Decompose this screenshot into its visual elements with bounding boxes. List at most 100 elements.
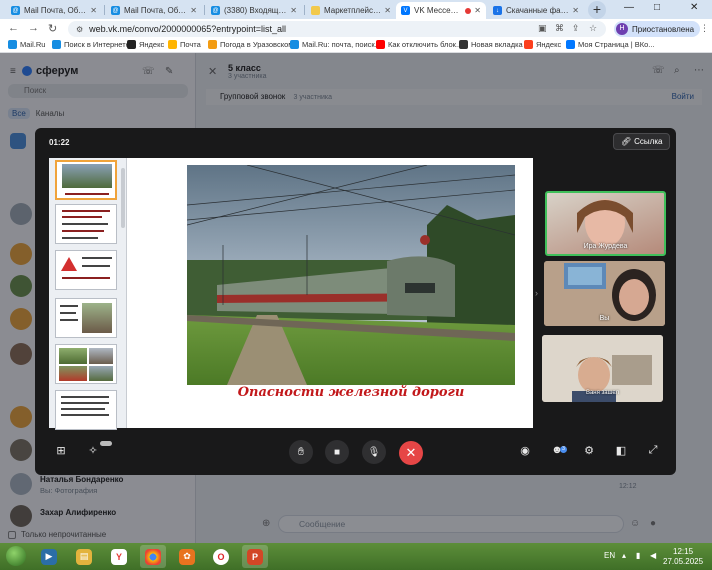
slide-thumbnail[interactable]: 4 [55, 298, 117, 338]
tab-label: (3380) Входящие - По [224, 6, 288, 15]
minimize-icon[interactable]: — [624, 2, 634, 13]
bookmark-item[interactable]: Поиск в Интернете [52, 40, 130, 49]
bookmark-item[interactable]: Яндекс [127, 40, 164, 49]
maximize-icon[interactable]: □ [654, 2, 660, 13]
screen-share[interactable]: 1 2 3 4 [49, 158, 533, 430]
opera-icon: O [213, 548, 229, 565]
close-icon[interactable]: ✕ [190, 6, 197, 15]
close-icon[interactable]: ✕ [290, 6, 297, 15]
bookmark-label: Яндекс [536, 40, 562, 49]
copy-link-button[interactable]: 🔗︎ Ссылка [613, 133, 671, 150]
participant-name: Ваня зашел [585, 390, 620, 396]
tray-expand-icon[interactable]: ▴ [622, 551, 626, 560]
thumb-image [89, 348, 113, 364]
bookmark-item[interactable]: Погода в Уразовском [208, 40, 293, 49]
taskbar-app-yandex[interactable]: Y [106, 545, 132, 568]
taskbar-app-opera[interactable]: O [208, 545, 234, 568]
translate-icon[interactable]: ⌘ [555, 23, 564, 34]
close-icon[interactable]: ✕ [90, 6, 97, 15]
bookmark-icon [168, 40, 177, 49]
effects-indicator [100, 441, 112, 446]
thumb-text [62, 210, 110, 212]
participants-count-badge: 3 [560, 446, 567, 453]
share-screen-icon[interactable]: ⊞ [53, 444, 69, 457]
bookmark-item[interactable]: Как отключить блок... [376, 40, 462, 49]
bookmark-item[interactable]: Почта [168, 40, 201, 49]
end-call-button[interactable]: ✕ [399, 441, 423, 465]
menu-kebab-icon[interactable]: ⋮ [700, 23, 709, 34]
slide-thumbnail[interactable]: 1 [55, 160, 117, 200]
reload-icon[interactable]: ↻ [48, 22, 57, 35]
bookmark-icon [524, 40, 533, 49]
hand-icon: ✋︎ [297, 445, 305, 458]
browser-tab-5-active[interactable]: V VK Мессенджер ✕ [396, 2, 486, 19]
thumb-text [62, 223, 108, 225]
thumbnails-scrollbar[interactable] [121, 168, 125, 228]
slide-thumbnail[interactable]: 2 [55, 204, 117, 244]
browser-tab-3[interactable]: @ (3380) Входящие - По ✕ [206, 2, 302, 19]
close-icon[interactable]: ✕ [384, 6, 391, 15]
bookmark-label: Погода в Уразовском [220, 40, 294, 49]
close-window-icon[interactable]: ✕ [690, 2, 698, 13]
layout-icon[interactable]: ◧ [613, 444, 629, 457]
back-icon[interactable]: ← [8, 22, 19, 34]
slide-thumbnail[interactable]: 5 [55, 344, 117, 384]
bookmark-item[interactable]: Яндекс [524, 40, 561, 49]
bookmark-item[interactable]: Mail.Ru: почта, поиск... [290, 40, 381, 49]
close-icon[interactable]: ✕ [572, 6, 579, 15]
bookmark-star-icon[interactable]: ☆ [589, 23, 597, 34]
taskbar-app-powerpoint[interactable]: P [242, 545, 268, 568]
chevron-right-icon[interactable]: › [535, 288, 538, 298]
network-icon[interactable]: ▮ [636, 551, 640, 560]
language-indicator[interactable]: EN [604, 551, 615, 560]
system-clock[interactable]: 12:15 27.05.2025 [663, 547, 703, 567]
browser-tab-6[interactable]: ↓ Скачанные файлы ✕ [488, 2, 584, 19]
video-call-window: 01:22 🔗︎ Ссылка 1 2 3 [35, 128, 676, 475]
taskbar-app-explorer[interactable]: ▤ [71, 545, 97, 568]
site-info-icon[interactable]: ⚙ [76, 25, 83, 34]
camera-toggle-button[interactable]: ■ [325, 440, 349, 464]
browser-tab-2[interactable]: @ Mail Почта, Облако, К ✕ [106, 2, 202, 19]
taskbar-app-media[interactable]: ▶ [36, 545, 62, 568]
marketplace-icon [311, 6, 320, 15]
share-icon[interactable]: ⇪ [572, 23, 580, 34]
profile-button[interactable]: Н Приостановлена [614, 21, 701, 37]
browser-tab-1[interactable]: @ Mail Почта, Облако, К ✕ [6, 2, 102, 19]
volume-icon[interactable]: ◀ [650, 551, 656, 560]
train-photo-illustration [187, 165, 515, 385]
bookmark-icon [459, 40, 468, 49]
taskbar-app-chrome[interactable] [140, 545, 166, 568]
mail-icon: @ [111, 6, 120, 15]
folder-icon: ▤ [76, 548, 92, 565]
browser-tab-4[interactable]: Маркетплейс методи ✕ [306, 2, 396, 19]
participant-tile[interactable]: Ваня зашел [542, 335, 663, 402]
bookmark-item[interactable]: Новая вкладка [459, 40, 523, 49]
close-icon: ✕ [405, 445, 417, 460]
address-bar[interactable]: ⚙ web.vk.me/convo/2000000065?entrypoint=… [68, 21, 606, 37]
effects-icon[interactable]: ✧ [85, 444, 101, 457]
forward-icon[interactable]: → [28, 22, 39, 34]
new-tab-button[interactable]: + [588, 1, 606, 19]
participant-tile-self[interactable]: Вы [544, 261, 665, 326]
camera-icon[interactable]: ▣ [538, 23, 547, 34]
bookmarks-bar: Mail.Ru Поиск в Интернете Яндекс Почта П… [0, 39, 712, 53]
thumb-text [62, 237, 98, 239]
current-slide: Опасности железной дороги [141, 158, 533, 428]
slide-thumbnail[interactable]: 6 [55, 390, 117, 430]
raise-hand-button[interactable]: ✋︎ [289, 440, 313, 464]
bookmark-label: Яндекс [139, 40, 165, 49]
bookmark-label: Новая вкладка [471, 40, 523, 49]
settings-gear-icon[interactable]: ⚙ [581, 444, 597, 457]
close-icon[interactable]: ✕ [474, 6, 481, 15]
start-button[interactable] [6, 546, 26, 566]
tab-label: VK Мессенджер [414, 6, 462, 15]
slide-thumbnail[interactable]: 3 [55, 250, 117, 290]
fullscreen-icon[interactable]: ⤢ [645, 444, 661, 457]
bookmark-item[interactable]: Mail.Ru [8, 40, 45, 49]
chat-icon[interactable]: ◉ [517, 444, 533, 457]
participant-tile[interactable]: Ира Журдева [545, 191, 666, 256]
taskbar-app-game[interactable]: ✿ [174, 545, 200, 568]
os-taskbar: ▶ ▤ Y ✿ O P EN ▴ ▮ ◀ 12:15 27.05.2025 [0, 543, 712, 570]
bookmark-item[interactable]: Моя Страница | ВКо... [566, 40, 655, 49]
microphone-toggle-button[interactable]: 🎙︎ [362, 440, 386, 464]
